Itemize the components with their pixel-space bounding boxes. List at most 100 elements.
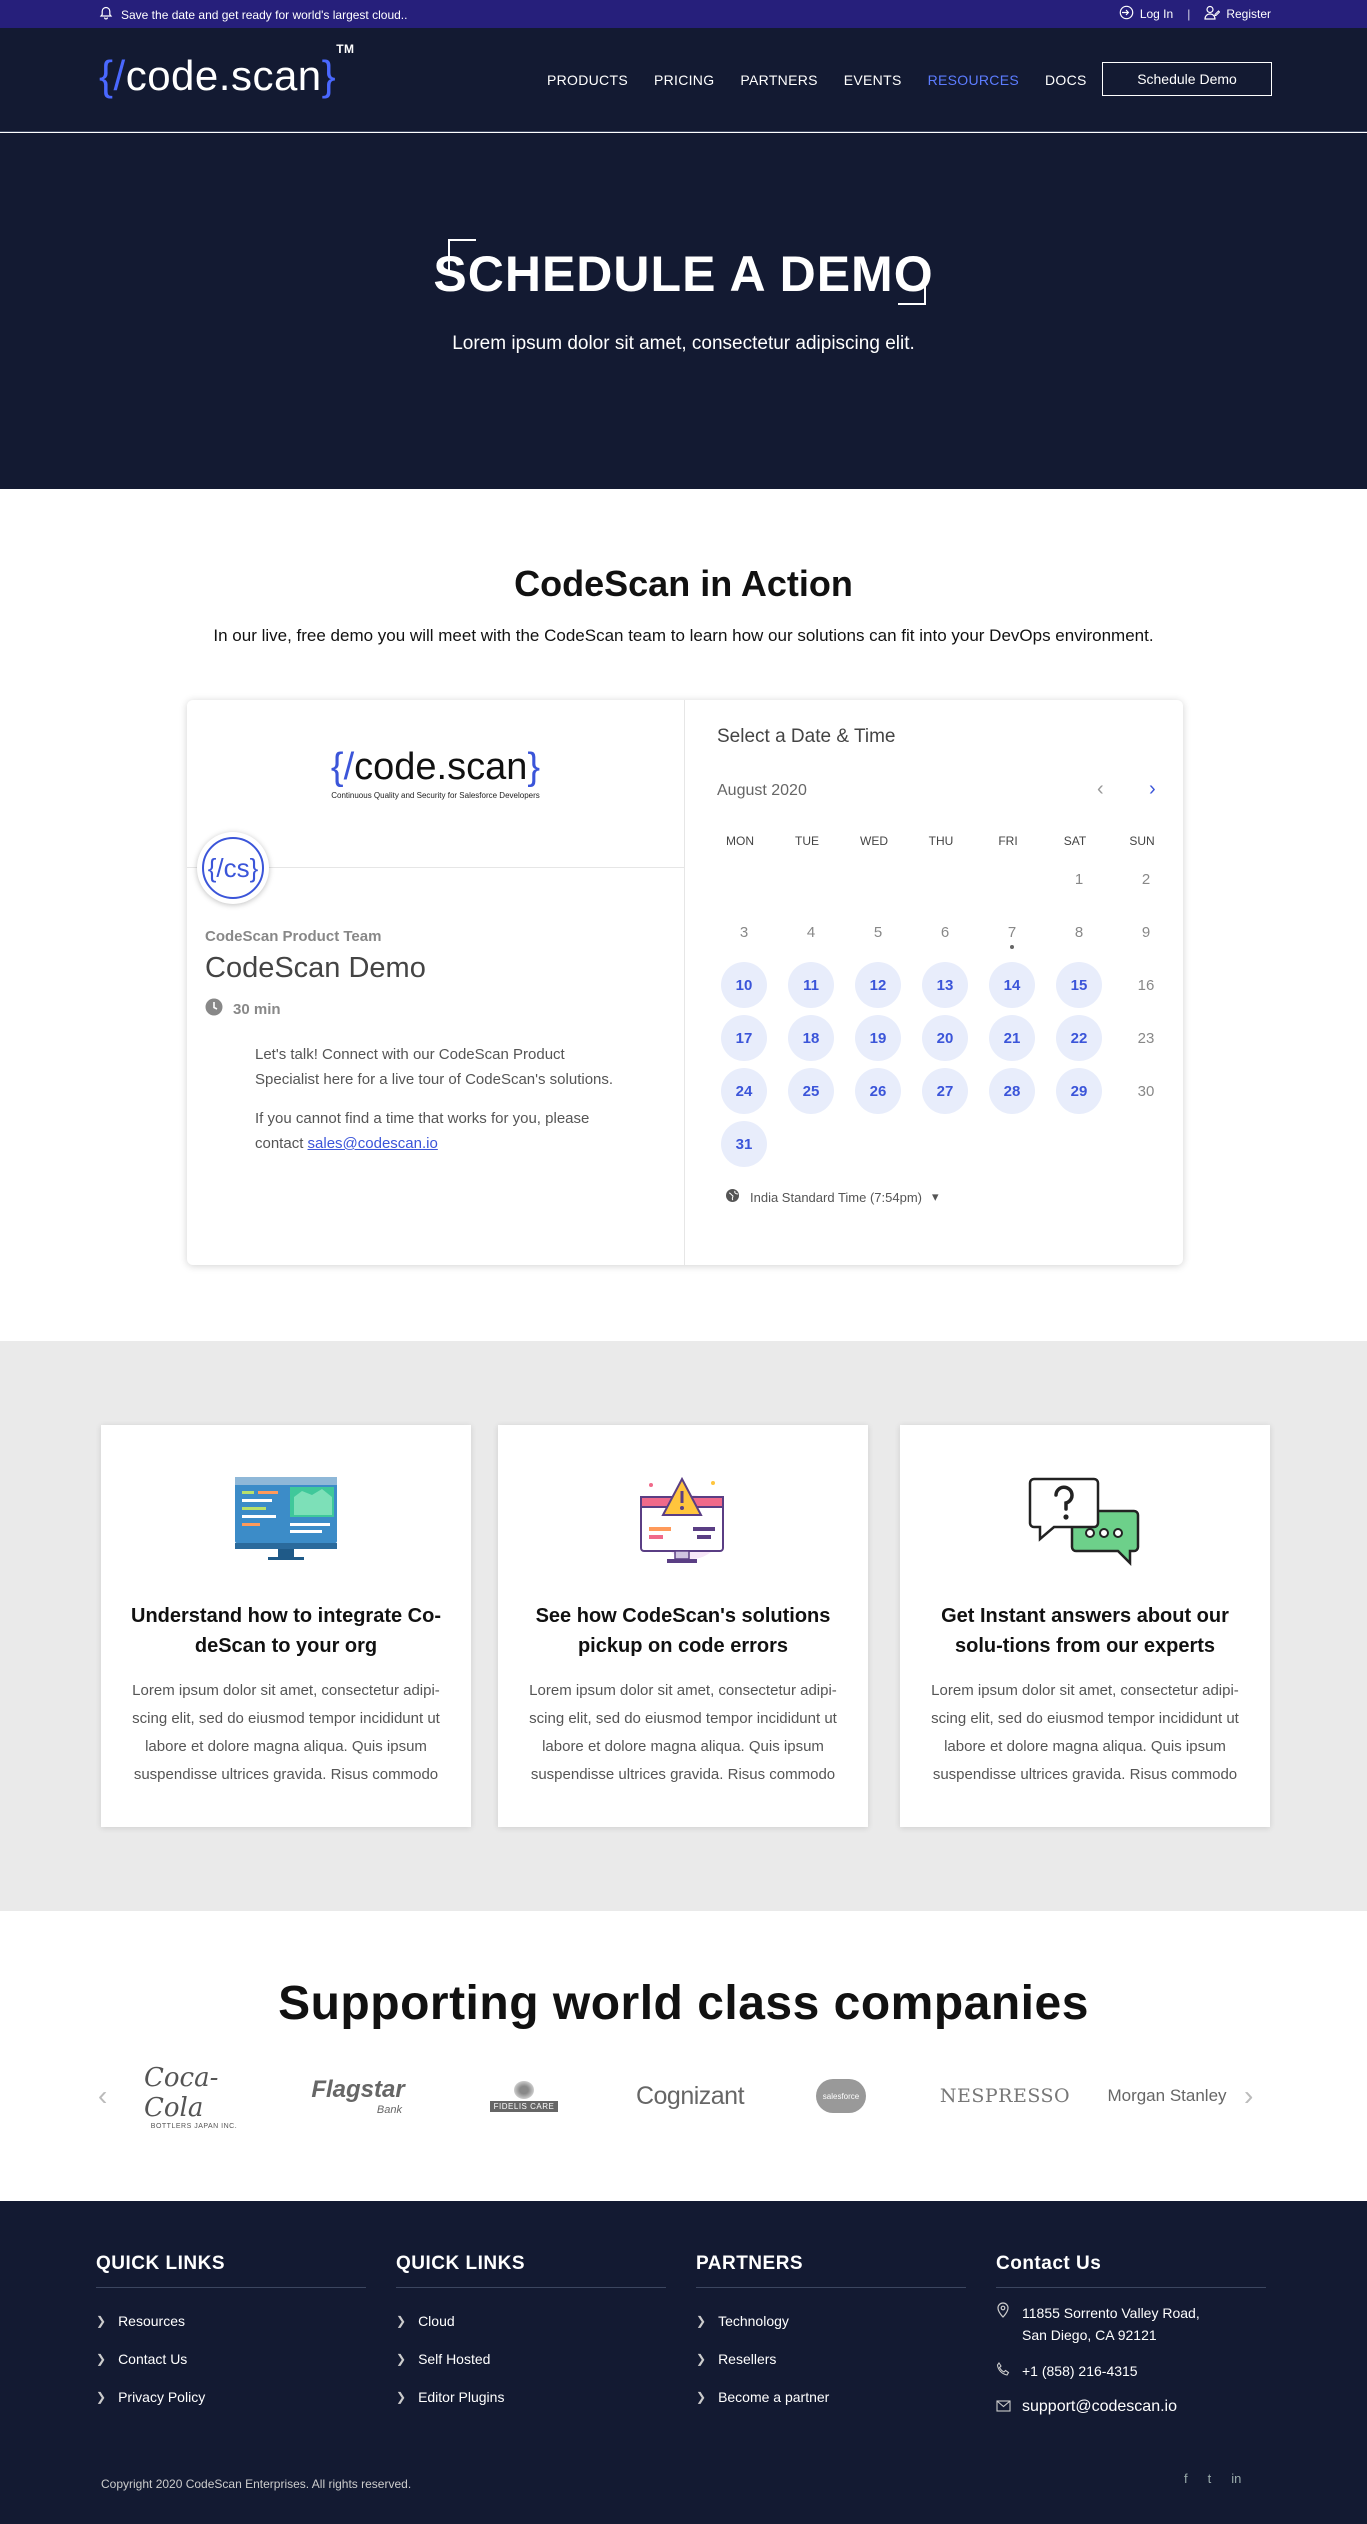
nav-resources[interactable]: RESOURCES [928, 72, 1019, 88]
announcement-bar: Save the date and get ready for world's … [0, 0, 1367, 28]
address-line-1: 11855 Sorrento Valley Road, [1022, 2305, 1200, 2321]
chevron-right-icon: ❯ [696, 2314, 707, 2328]
available-date[interactable]: 28 [989, 1068, 1035, 1114]
feature-text: Lorem ipsum dolor sit amet, consectetur … [132, 1682, 440, 1783]
weekday-header: SUN [1129, 834, 1155, 848]
unavailable-date: 23 [1137, 1029, 1155, 1047]
footer-contact: Contact Us 11855 Sorrento Valley Road, Sa… [996, 2253, 1266, 2418]
footer-link-label: Privacy Policy [118, 2389, 206, 2405]
timezone-selector[interactable]: India Standard Time (7:54pm) ▾ [725, 1188, 939, 1206]
footer-link[interactable]: ❯ Resellers [696, 2340, 966, 2378]
main-nav: PRODUCTS PRICING PARTNERS EVENTS RESOURC… [547, 72, 1087, 88]
logo-fidelis: FIDELIS CARE [474, 2070, 574, 2122]
available-date[interactable]: 29 [1056, 1068, 1102, 1114]
previous-month-icon[interactable]: ‹ [1097, 778, 1104, 801]
available-date[interactable]: 18 [788, 1015, 834, 1061]
nav-partners[interactable]: PARTNERS [740, 72, 817, 88]
footer-link-label: Cloud [418, 2313, 455, 2329]
company-logo-carousel: ‹ Coca-Cola BOTTLERS JAPAN INC. Flagstar… [96, 2063, 1276, 2130]
title-corner-bottom-right [898, 273, 926, 305]
hero-subtitle: Lorem ipsum dolor sit amet, consectetur … [452, 333, 915, 354]
event-team: CodeScan Product Team [205, 928, 382, 945]
footer-link[interactable]: ❯ Become a partner [696, 2378, 966, 2416]
next-month-icon[interactable]: › [1149, 778, 1156, 801]
available-date[interactable]: 19 [855, 1015, 901, 1061]
linkedin-icon[interactable]: in [1231, 2471, 1241, 2486]
twitter-icon[interactable]: t [1208, 2471, 1212, 2486]
nav-pricing[interactable]: PRICING [654, 72, 714, 88]
feature-title: Get Instant answers about our solu-tions… [941, 1605, 1229, 1657]
footer-link-label: Technology [718, 2313, 789, 2329]
today-indicator [1010, 945, 1014, 949]
register-link[interactable]: Register [1204, 5, 1271, 23]
available-date[interactable]: 25 [788, 1068, 834, 1114]
available-date[interactable]: 31 [721, 1121, 767, 1167]
section-title-companies: Supporting world class companies [278, 1977, 1089, 2030]
brand-close-brace: } [527, 746, 541, 788]
unavailable-date: 8 [1074, 923, 1084, 941]
nav-docs[interactable]: DOCS [1045, 72, 1087, 88]
date-picker: Select a Date & Time August 2020 ‹ › Ind… [685, 700, 1183, 1265]
auth-separator: | [1187, 7, 1191, 21]
login-link[interactable]: Log In [1119, 5, 1173, 23]
page-title: SCHEDULE A DEMO [433, 246, 934, 302]
avatar-text: {/cs} [202, 837, 264, 899]
feature-card: See how CodeScan's solutions pickup on c… [498, 1425, 868, 1827]
nav-products[interactable]: PRODUCTS [547, 72, 628, 88]
footer-link[interactable]: ❯ Editor Plugins [396, 2378, 666, 2416]
contact-phone[interactable]: +1 (858) 216-4315 [996, 2360, 1266, 2382]
unavailable-date: 6 [940, 923, 950, 941]
chevron-right-icon: ❯ [696, 2390, 707, 2404]
footer-link-label: Resellers [718, 2351, 777, 2367]
brand-open-brace: {/ [330, 746, 355, 788]
unavailable-date: 5 [873, 923, 883, 941]
footer-link[interactable]: ❯ Technology [696, 2302, 966, 2340]
nav-events[interactable]: EVENTS [844, 72, 902, 88]
unavailable-date: 7 [989, 909, 1035, 955]
contact-email[interactable]: support@codescan.io [996, 2396, 1266, 2418]
available-date[interactable]: 12 [855, 962, 901, 1008]
available-date[interactable]: 22 [1056, 1015, 1102, 1061]
footer-link-label: Editor Plugins [418, 2389, 505, 2405]
calendar-month: August 2020 [717, 782, 807, 799]
available-date[interactable]: 11 [788, 962, 834, 1008]
brand-tagline: Continuous Quality and Security for Sale… [331, 791, 540, 800]
register-icon [1204, 5, 1221, 23]
available-date[interactable]: 27 [922, 1068, 968, 1114]
weekday-header: SAT [1063, 834, 1087, 848]
announcement[interactable]: Save the date and get ready for world's … [99, 6, 407, 23]
footer-link[interactable]: ❯ Resources [96, 2302, 366, 2340]
phone-number: +1 (858) 216-4315 [1022, 2363, 1138, 2379]
footer-link[interactable]: ❯ Privacy Policy [96, 2378, 366, 2416]
unavailable-date: 2 [1141, 870, 1151, 888]
footer-link[interactable]: ❯ Contact Us [96, 2340, 366, 2378]
facebook-icon[interactable]: f [1184, 2471, 1188, 2486]
footer-link-label: Resources [118, 2313, 185, 2329]
announcement-text: Save the date and get ready for world's … [121, 7, 408, 22]
chevron-right-icon: ❯ [96, 2390, 107, 2404]
fidelis-emblem-icon [514, 2080, 534, 2099]
address-line-2: San Diego, CA 92121 [1022, 2327, 1157, 2343]
chevron-right-icon: ❯ [396, 2390, 407, 2404]
available-date[interactable]: 13 [922, 962, 968, 1008]
available-date[interactable]: 26 [855, 1068, 901, 1114]
available-date[interactable]: 14 [989, 962, 1035, 1008]
sales-email-link[interactable]: sales@codescan.io [308, 1135, 438, 1152]
footer-link[interactable]: ❯ Cloud [396, 2302, 666, 2340]
available-date[interactable]: 24 [721, 1068, 767, 1114]
carousel-next-icon[interactable]: › [1244, 2080, 1253, 2112]
available-date[interactable]: 10 [721, 962, 767, 1008]
unavailable-date: 30 [1137, 1082, 1155, 1100]
available-date[interactable]: 17 [721, 1015, 767, 1061]
available-date[interactable]: 15 [1056, 962, 1102, 1008]
schedule-demo-button[interactable]: Schedule Demo [1102, 62, 1272, 96]
available-date[interactable]: 20 [922, 1015, 968, 1061]
auth-links: Log In | Register [1119, 5, 1271, 23]
site-logo[interactable]: {/code.scan}TM [99, 42, 355, 100]
carousel-prev-icon[interactable]: ‹ [98, 2080, 107, 2112]
footer-link[interactable]: ❯ Self Hosted [396, 2340, 666, 2378]
footer-heading: QUICK LINKS [96, 2253, 366, 2288]
available-date[interactable]: 21 [989, 1015, 1035, 1061]
unavailable-date: 1 [1074, 870, 1084, 888]
logo-text: code.scan [125, 52, 322, 99]
